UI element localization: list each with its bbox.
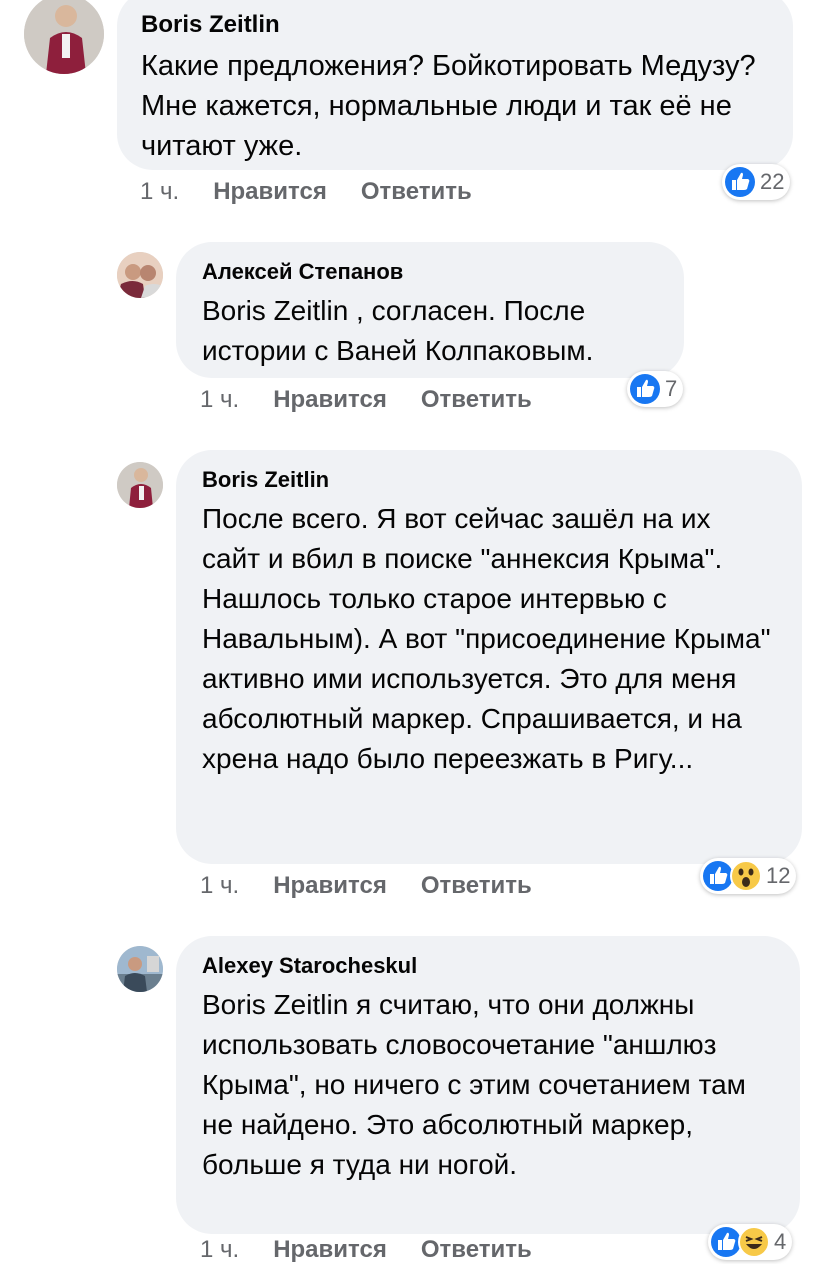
reply-button[interactable]: Ответить <box>421 1236 532 1264</box>
avatar-aleksey-stepanov[interactable] <box>117 252 163 298</box>
comment-time[interactable]: 1 ч. <box>200 872 239 900</box>
like-reaction-icon <box>630 374 660 404</box>
reaction-summary[interactable]: 7 <box>627 371 684 407</box>
comment-author[interactable]: Boris Zeitlin <box>141 10 769 40</box>
reaction-summary[interactable]: 4 <box>708 1224 793 1260</box>
comment-actions: 1 ч. Нравится Ответить <box>200 872 566 900</box>
like-reaction-icon <box>725 167 755 197</box>
avatar-boris-zeitlin[interactable] <box>24 0 104 74</box>
like-button[interactable]: Нравится <box>273 872 387 900</box>
comment-author[interactable]: Boris Zeitlin <box>202 466 776 494</box>
comment-text: Boris Zeitlin , согласен. После истории … <box>202 295 594 366</box>
comment-text: После всего. Я вот сейчас зашёл на их са… <box>202 503 771 774</box>
comment-author[interactable]: Алексей Степанов <box>202 258 658 286</box>
reaction-summary[interactable]: 12 <box>700 858 797 894</box>
avatar-alexey-starocheskul[interactable] <box>117 946 163 992</box>
comment-actions: 1 ч. Нравится Ответить <box>140 178 506 206</box>
comment-time[interactable]: 1 ч. <box>140 178 179 206</box>
comment-bubble: Алексей Степанов Boris Zeitlin , согласе… <box>176 242 684 378</box>
wow-reaction-icon <box>730 860 762 892</box>
comment-text: Какие предложения? Бойкотировать Медузу?… <box>141 50 756 162</box>
comment-time[interactable]: 1 ч. <box>200 1236 239 1264</box>
reply-button[interactable]: Ответить <box>421 386 532 414</box>
reaction-summary[interactable]: 22 <box>722 164 791 200</box>
like-button[interactable]: Нравится <box>273 1236 387 1264</box>
like-button[interactable]: Нравится <box>273 386 387 414</box>
haha-reaction-icon <box>738 1226 770 1258</box>
reply-button[interactable]: Ответить <box>361 178 472 206</box>
comment-bubble: Boris Zeitlin Какие предложения? Бойкоти… <box>117 0 793 170</box>
reaction-count: 4 <box>774 1229 787 1254</box>
comment-time[interactable]: 1 ч. <box>200 386 239 414</box>
avatar-boris-zeitlin[interactable] <box>117 462 163 508</box>
comment-author[interactable]: Alexey Starocheskul <box>202 952 774 980</box>
comment-text: Boris Zeitlin я считаю, что они должны и… <box>202 989 746 1180</box>
reply-button[interactable]: Ответить <box>421 872 532 900</box>
comment-bubble: Alexey Starocheskul Boris Zeitlin я счит… <box>176 936 800 1234</box>
reaction-count: 22 <box>760 169 785 194</box>
reaction-count: 7 <box>665 376 678 401</box>
comment-actions: 1 ч. Нравится Ответить <box>200 1236 566 1264</box>
reaction-count: 12 <box>766 863 791 888</box>
comment-bubble: Boris Zeitlin После всего. Я вот сейчас … <box>176 450 802 864</box>
comment-actions: 1 ч. Нравится Ответить <box>200 386 566 414</box>
like-button[interactable]: Нравится <box>213 178 327 206</box>
